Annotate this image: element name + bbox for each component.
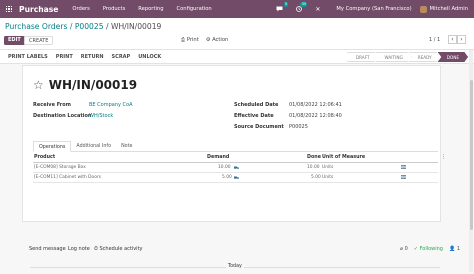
log-note-button[interactable]: Log note	[68, 246, 90, 252]
activity-badge: 35	[300, 2, 308, 7]
scrap-button[interactable]: SCRAP	[112, 54, 131, 60]
following-button[interactable]: ✓ Following	[414, 246, 443, 252]
company-switcher[interactable]: My Company (San Francisco)	[336, 6, 411, 12]
send-message-button[interactable]: Send message	[29, 246, 66, 252]
print-button[interactable]: PRINT	[56, 54, 73, 60]
menu-orders[interactable]: Orders	[72, 6, 89, 12]
schedule-activity-button[interactable]: ⏱ Schedule activity	[94, 246, 143, 252]
action-dropdown[interactable]: ⚙ Action	[206, 37, 229, 44]
top-navbar: Purchase Orders Products Reporting Confi…	[0, 0, 474, 18]
user-name: Mitchell Admin	[429, 6, 468, 12]
pager-next-button[interactable]: ›	[457, 35, 466, 44]
paperclip-icon: ⌀	[399, 246, 403, 252]
check-icon: ✓	[413, 246, 418, 252]
apps-menu-icon[interactable]	[3, 0, 15, 18]
print-icon: ⎙	[181, 37, 186, 43]
avatar	[419, 5, 427, 13]
form-sheet: ☆ WH/IN/00019 Receive From BE Company Co…	[22, 65, 446, 222]
row-done: 5.00	[311, 175, 321, 180]
settings-icon[interactable]: ✕	[315, 6, 320, 13]
record-title: WH/IN/00019	[48, 78, 138, 92]
breadcrumb: Purchase Orders / P00025 / WH/IN/00019	[5, 22, 161, 31]
followers-button[interactable]: 👤 1	[449, 246, 460, 252]
effective-date-label: Effective Date	[234, 113, 274, 119]
menu-configuration[interactable]: Configuration	[177, 6, 212, 12]
row-done: 10.00	[307, 165, 320, 170]
source-document-label: Source Document	[234, 124, 284, 130]
detailed-operations-icon[interactable]	[401, 165, 406, 170]
table-row[interactable]: [E-COM11] Cabinet with Doors 5.00 5.00 U…	[33, 173, 438, 183]
table-header: Product Demand Done Unit of Measure ⋮	[33, 154, 446, 163]
tab-note[interactable]: Note	[116, 141, 137, 152]
stage-pipeline: DRAFT WAITING READY DONE	[346, 52, 468, 62]
receive-from-label: Receive From	[33, 102, 71, 108]
person-icon: 👤	[448, 246, 456, 252]
truck-icon[interactable]	[234, 166, 239, 170]
print-labels-button[interactable]: PRINT LABELS	[8, 54, 48, 60]
pager-value[interactable]: 1 / 1	[429, 37, 440, 43]
operations-table: Product Demand Done Unit of Measure ⋮ [E…	[33, 154, 446, 183]
chat-icon[interactable]: 5	[276, 2, 289, 12]
breadcrumb-separator: /	[103, 22, 111, 31]
star-icon[interactable]: ☆	[33, 79, 44, 91]
destination-label: Destination Location	[33, 113, 92, 119]
gear-icon: ⚙	[205, 37, 211, 43]
menu-products[interactable]: Products	[103, 6, 125, 12]
scheduled-date-value: 01/08/2022 12:06:41	[289, 102, 342, 108]
row-uom: Units	[322, 175, 334, 180]
chatter: Send message Log note ⏱ Schedule activit…	[0, 238, 474, 260]
breadcrumb-purchase-order-link[interactable]: Purchase Orders / P00025	[5, 22, 104, 31]
notebook-tabs: Operations Additional Info Note	[33, 141, 438, 152]
return-button[interactable]: RETURN	[81, 54, 104, 60]
effective-date-value: 01/08/2022 12:08:40	[289, 113, 342, 119]
row-product: [E-COM11] Cabinet with Doors	[34, 175, 101, 180]
row-uom: Units	[322, 165, 334, 170]
destination-value[interactable]: WH/Stock	[89, 113, 113, 119]
unlock-button[interactable]: UNLOCK	[138, 54, 161, 60]
stage-draft: DRAFT	[346, 52, 379, 62]
user-menu[interactable]: Mitchell Admin	[419, 5, 468, 13]
today-label: Today	[226, 264, 244, 269]
menu-reporting[interactable]: Reporting	[138, 6, 163, 12]
row-product: [E-COM08] Storage Box	[34, 165, 86, 170]
edit-button[interactable]: EDIT	[4, 36, 25, 45]
table-row[interactable]: [E-COM08] Storage Box 10.00 10.00 Units	[33, 163, 438, 173]
clock-icon: ⏱	[94, 246, 98, 252]
header-uom[interactable]: Unit of Measure	[322, 155, 365, 160]
breadcrumb-current: WH/IN/00019	[110, 22, 162, 31]
stage-done: DONE	[437, 52, 468, 62]
receive-from-value[interactable]: BE Company CoA	[89, 102, 133, 108]
row-demand: 10.00	[218, 165, 231, 170]
tab-operations[interactable]: Operations	[33, 141, 72, 152]
control-panel: Purchase Orders / P00025 / WH/IN/00019 E…	[0, 18, 474, 50]
scrollbar[interactable]	[469, 50, 473, 272]
truck-icon[interactable]	[234, 176, 239, 180]
attachments-button[interactable]: ⌀ 0	[400, 246, 408, 252]
scrollbar-thumb[interactable]	[469, 80, 473, 230]
header-product[interactable]: Product	[34, 155, 55, 160]
detailed-operations-icon[interactable]	[401, 175, 406, 180]
header-demand[interactable]: Demand	[207, 155, 229, 160]
date-separator: Today	[30, 263, 440, 271]
pager-previous-button[interactable]: ‹	[448, 35, 457, 44]
row-demand: 5.00	[222, 175, 232, 180]
print-dropdown[interactable]: ⎙ Print	[181, 37, 199, 44]
stage-ready: READY	[408, 52, 441, 62]
stage-waiting: WAITING	[375, 52, 412, 62]
source-document-value: P00025	[289, 124, 308, 130]
create-button[interactable]: CREATE	[24, 36, 54, 45]
status-bar: PRINT LABELS PRINT RETURN SCRAP UNLOCK D…	[0, 50, 474, 64]
activity-clock-icon[interactable]: 35	[296, 2, 308, 12]
header-done[interactable]: Done	[307, 155, 321, 160]
app-name[interactable]: Purchase	[19, 5, 58, 14]
scheduled-date-label: Scheduled Date	[234, 102, 279, 108]
chat-badge: 5	[283, 2, 289, 7]
tab-additional-info[interactable]: Additional Info	[71, 141, 116, 152]
optional-columns-icon[interactable]: ⋮	[441, 155, 446, 160]
